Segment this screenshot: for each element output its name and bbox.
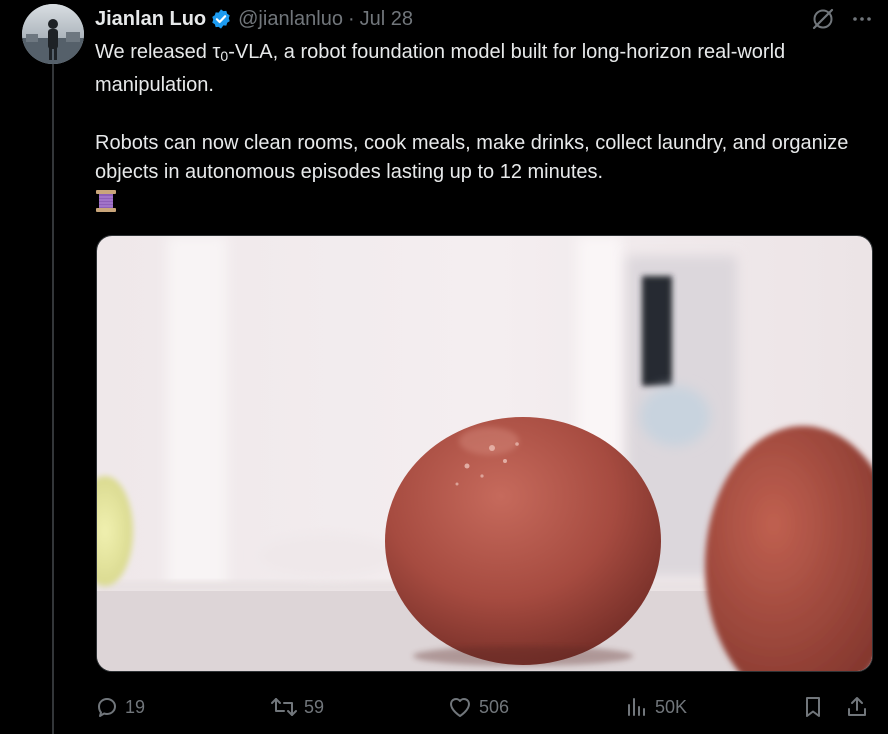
tweet-action-bar: 19 59 506 50K bbox=[95, 690, 875, 724]
header-separator: · bbox=[347, 7, 355, 30]
views-icon bbox=[625, 695, 649, 719]
retweet-button[interactable]: 59 bbox=[270, 690, 324, 724]
bookmark-icon bbox=[801, 695, 825, 719]
tweet-paragraph-1: We released τ0-VLA, a robot foundation m… bbox=[95, 38, 875, 100]
retweet-count: 59 bbox=[304, 696, 325, 717]
tweet-top-actions bbox=[810, 4, 874, 34]
author-display-name[interactable]: Jianlan Luo bbox=[95, 8, 206, 31]
reply-icon bbox=[95, 695, 119, 719]
verified-badge-icon[interactable] bbox=[210, 8, 232, 30]
tweet-media-video[interactable] bbox=[96, 235, 873, 672]
author-handle[interactable]: @jianlanluo bbox=[238, 8, 343, 31]
share-icon bbox=[845, 695, 869, 719]
tweet-date[interactable]: Jul 28 bbox=[360, 8, 413, 31]
avatar[interactable] bbox=[22, 4, 84, 64]
tweet-text: We released τ0-VLA, a robot foundation m… bbox=[95, 38, 875, 222]
tweet-paragraph-2: Robots can now clean rooms, cook meals, … bbox=[95, 132, 849, 183]
like-count: 506 bbox=[479, 696, 510, 717]
like-button[interactable]: 506 bbox=[447, 690, 509, 724]
tweet-text-part: We released bbox=[95, 41, 213, 63]
share-button[interactable] bbox=[845, 690, 869, 724]
tomato-photo bbox=[97, 236, 872, 671]
more-icon[interactable] bbox=[850, 7, 874, 31]
view-count: 50K bbox=[655, 696, 688, 717]
bookmark-button[interactable] bbox=[801, 690, 825, 724]
retweet-icon bbox=[270, 695, 298, 719]
grok-icon[interactable] bbox=[810, 6, 836, 32]
reply-count: 19 bbox=[125, 696, 146, 717]
tweet-header: Jianlan Luo @jianlanluo · Jul 28 bbox=[95, 4, 413, 34]
reply-button[interactable]: 19 bbox=[95, 690, 145, 724]
like-icon bbox=[447, 695, 473, 719]
spool-of-thread-emoji bbox=[95, 189, 117, 213]
views-button[interactable]: 50K bbox=[625, 690, 687, 724]
thread-connector-line bbox=[52, 64, 54, 734]
